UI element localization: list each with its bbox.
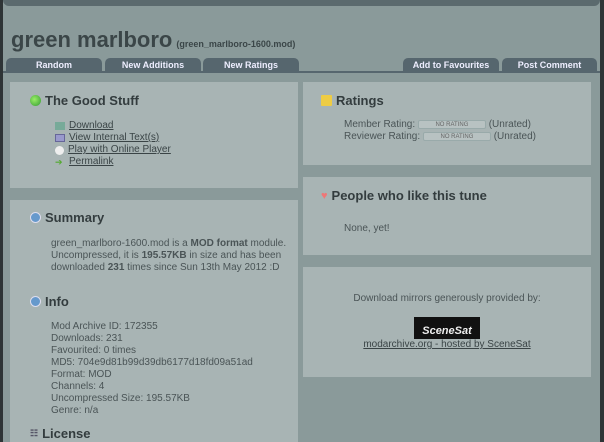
page-title: green marlboro (green_marlboro-1600.mod) <box>11 27 295 53</box>
view-internal-text-link[interactable]: View Internal Text(s) <box>69 132 159 144</box>
likes-panel: ♥ People who like this tune None, yet! <box>303 177 591 255</box>
heart-icon: ♥ <box>321 189 328 202</box>
download-icon <box>55 122 65 130</box>
good-stuff-heading: The Good Stuff <box>45 93 139 108</box>
scenesat-link[interactable]: modarchive.org - hosted by SceneSat <box>363 339 530 350</box>
tab-add-to-favourites[interactable]: Add to Favourites <box>403 58 499 72</box>
top-bar <box>3 0 600 6</box>
summary-heading: Summary <box>45 210 105 225</box>
table-icon <box>55 134 65 142</box>
mirrors-panel: Download mirrors generously provided by:… <box>303 267 591 377</box>
module-title: green marlboro <box>11 27 173 52</box>
info-icon <box>30 212 41 223</box>
member-rating-badge[interactable]: NO RATING <box>417 119 486 129</box>
ratings-panel: Ratings Member Rating: NO RATING (Unrate… <box>303 82 591 165</box>
reviewer-rating-badge[interactable]: NO RATING <box>422 131 491 141</box>
info-icon <box>30 296 41 307</box>
info-list: Mod Archive ID: 172355 Downloads: 231 Favo… <box>51 321 253 416</box>
likes-text: None, yet! <box>344 223 390 234</box>
page: green marlboro (green_marlboro-1600.mod) … <box>3 0 600 442</box>
arrow-right-icon: ➔ <box>55 157 63 167</box>
tab-post-comment[interactable]: Post Comment <box>502 58 597 72</box>
ratings-heading: Ratings <box>336 93 384 108</box>
ratings-icon <box>321 95 332 106</box>
license-heading: License <box>42 426 91 441</box>
scenesat-logo[interactable]: SceneSat <box>414 317 480 339</box>
permalink-link[interactable]: Permalink <box>69 156 113 168</box>
likes-heading: People who like this tune <box>331 188 487 203</box>
globe-icon <box>30 95 41 106</box>
good-stuff-panel: The Good Stuff Download View Internal Te… <box>10 82 298 188</box>
tab-new-ratings[interactable]: New Ratings <box>203 58 299 72</box>
info-heading: Info <box>45 294 69 309</box>
play-online-link[interactable]: Play with Online Player <box>68 144 171 156</box>
license-icon: ☷ <box>30 428 39 438</box>
module-filename: (green_marlboro-1600.mod) <box>176 39 296 49</box>
tab-new-additions[interactable]: New Additions <box>105 58 201 72</box>
tab-random[interactable]: Random <box>6 58 102 72</box>
download-link[interactable]: Download <box>69 120 113 132</box>
details-panel: Summary green_marlboro-1600.mod is a MOD… <box>10 200 298 442</box>
summary-text: green_marlboro-1600.mod is a MOD format … <box>51 238 287 273</box>
mirrors-text: Download mirrors generously provided by: <box>353 293 541 304</box>
play-icon <box>55 145 64 155</box>
